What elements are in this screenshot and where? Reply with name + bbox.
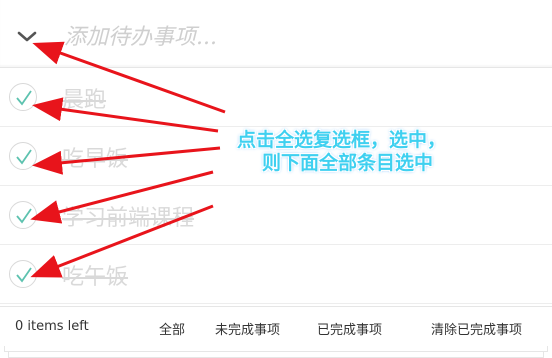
annotation-text-line-2: 则下面全部条目选中 — [262, 152, 434, 174]
list-item: 学习前端课程 — [0, 186, 552, 245]
check-icon — [16, 267, 32, 283]
todo-label: 吃早饭 — [62, 147, 129, 172]
filter-active[interactable]: 未完成事项 — [215, 319, 280, 338]
clear-completed-button[interactable]: 清除已完成事项 — [431, 319, 522, 338]
stack-shadow — [8, 352, 544, 358]
check-icon — [16, 149, 32, 165]
todo-app: 晨跑 吃早饭 学习前端课程 吃午饭 — [0, 0, 552, 358]
list-item: 吃午饭 — [0, 245, 552, 304]
todo-checkbox[interactable] — [9, 83, 37, 111]
todo-header — [0, 0, 552, 68]
todo-label: 晨跑 — [62, 88, 107, 113]
toggle-all-checkbox[interactable] — [14, 27, 40, 45]
todo-footer: 0 items left 全部 未完成事项 已完成事项 清除已完成事项 — [0, 306, 552, 347]
check-icon — [16, 208, 32, 224]
todo-label: 吃午饭 — [62, 265, 129, 290]
check-icon — [16, 90, 32, 106]
new-todo-input[interactable] — [62, 18, 536, 56]
filter-completed[interactable]: 已完成事项 — [317, 319, 382, 338]
items-left-count: 0 items left — [15, 319, 89, 334]
filter-all[interactable]: 全部 — [159, 319, 185, 338]
todo-checkbox[interactable] — [9, 260, 37, 288]
chevron-down-icon — [17, 31, 37, 42]
todo-checkbox[interactable] — [9, 201, 37, 229]
todo-list: 晨跑 吃早饭 学习前端课程 吃午饭 — [0, 68, 552, 304]
todo-checkbox[interactable] — [9, 142, 37, 170]
todo-label: 学习前端课程 — [62, 206, 195, 231]
list-item: 晨跑 — [0, 68, 552, 127]
